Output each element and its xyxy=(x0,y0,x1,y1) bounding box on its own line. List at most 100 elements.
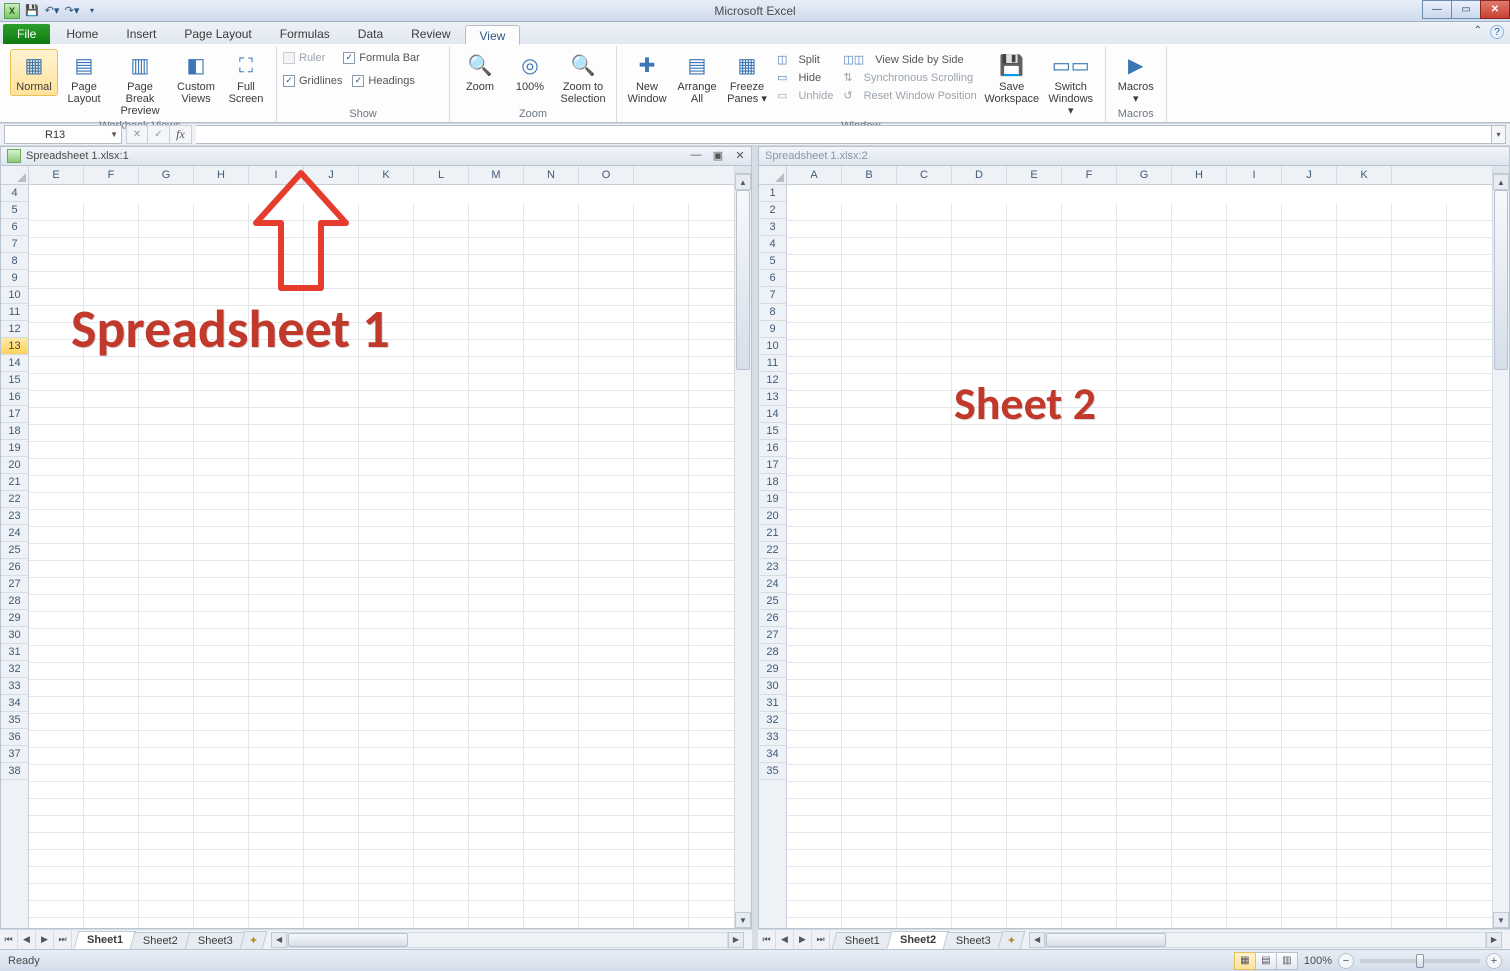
new-sheet-icon[interactable]: ✦ xyxy=(997,931,1025,949)
qat-customize-icon[interactable]: ▾ xyxy=(84,3,100,19)
tab-home[interactable]: Home xyxy=(52,24,112,44)
row-header[interactable]: 24 xyxy=(1,525,28,542)
column-header[interactable]: F xyxy=(1062,166,1117,184)
name-box[interactable]: R13 ▼ xyxy=(4,125,122,144)
sheet-tabs-right[interactable]: Sheet1Sheet2Sheet3✦ xyxy=(830,930,1021,949)
new-sheet-icon[interactable]: ✦ xyxy=(239,931,267,949)
custom-views-button[interactable]: ◧Custom Views xyxy=(172,49,220,108)
prev-tab-icon[interactable]: ◀ xyxy=(776,930,794,949)
row-header[interactable]: 1 xyxy=(759,185,786,202)
column-header[interactable]: A xyxy=(787,166,842,184)
help-icon[interactable]: ? xyxy=(1490,25,1504,39)
row-header[interactable]: 25 xyxy=(759,593,786,610)
column-header[interactable]: C xyxy=(897,166,952,184)
row-header[interactable]: 23 xyxy=(759,559,786,576)
row-header[interactable]: 14 xyxy=(1,355,28,372)
doc-title-left[interactable]: Spreadsheet 1.xlsx:1 — ▣ ✕ xyxy=(0,146,752,166)
row-header[interactable]: 26 xyxy=(759,610,786,627)
column-header[interactable]: M xyxy=(469,166,524,184)
page-break-preview-button[interactable]: ▥Page Break Preview xyxy=(110,49,170,120)
column-header[interactable]: I xyxy=(249,166,304,184)
row-header[interactable]: 7 xyxy=(1,236,28,253)
scroll-down-icon[interactable]: ▼ xyxy=(735,912,751,928)
row-header[interactable]: 19 xyxy=(759,491,786,508)
column-header[interactable]: H xyxy=(1172,166,1227,184)
cells-right[interactable] xyxy=(787,204,1492,928)
column-header[interactable]: G xyxy=(139,166,194,184)
row-header[interactable]: 28 xyxy=(759,644,786,661)
row-header[interactable]: 35 xyxy=(1,712,28,729)
next-tab-icon[interactable]: ▶ xyxy=(36,930,54,949)
sheet-tab[interactable]: Sheet1 xyxy=(832,932,893,949)
name-box-dropdown-icon[interactable]: ▼ xyxy=(110,130,118,139)
first-tab-icon[interactable]: ⏮ xyxy=(0,930,18,949)
column-header[interactable]: H xyxy=(194,166,249,184)
zoom-slider-knob[interactable] xyxy=(1416,954,1424,968)
zoom-slider[interactable] xyxy=(1360,959,1480,963)
row-header[interactable]: 25 xyxy=(1,542,28,559)
row-header[interactable]: 12 xyxy=(759,372,786,389)
tab-file[interactable]: File xyxy=(3,24,50,44)
row-header[interactable]: 10 xyxy=(1,287,28,304)
maximize-button[interactable]: ▭ xyxy=(1451,0,1481,19)
doc-restore-icon[interactable]: ▣ xyxy=(711,149,725,162)
row-header[interactable]: 6 xyxy=(1,219,28,236)
hscroll-thumb[interactable] xyxy=(1046,933,1166,947)
doc-minimize-icon[interactable]: — xyxy=(689,149,703,162)
last-tab-icon[interactable]: ⏭ xyxy=(812,930,830,949)
row-header[interactable]: 21 xyxy=(759,525,786,542)
column-header[interactable]: J xyxy=(1282,166,1337,184)
column-header[interactable]: I xyxy=(1227,166,1282,184)
row-header[interactable]: 20 xyxy=(1,457,28,474)
grid-left[interactable]: EFGHIJKLMNO 4567891011121314151617181920… xyxy=(0,166,752,929)
column-header[interactable]: F xyxy=(84,166,139,184)
row-header[interactable]: 22 xyxy=(1,491,28,508)
row-header[interactable]: 33 xyxy=(1,678,28,695)
row-header[interactable]: 11 xyxy=(759,355,786,372)
row-header[interactable]: 15 xyxy=(759,423,786,440)
row-header[interactable]: 20 xyxy=(759,508,786,525)
row-header[interactable]: 5 xyxy=(759,253,786,270)
row-header[interactable]: 22 xyxy=(759,542,786,559)
row-header[interactable]: 33 xyxy=(759,729,786,746)
row-headers-left[interactable]: 4567891011121314151617181920212223242526… xyxy=(1,185,29,928)
fx-button[interactable]: fx xyxy=(170,125,192,144)
row-header[interactable]: 7 xyxy=(759,287,786,304)
row-header[interactable]: 4 xyxy=(1,185,28,202)
tab-data[interactable]: Data xyxy=(344,24,397,44)
row-header[interactable]: 2 xyxy=(759,202,786,219)
row-header[interactable]: 28 xyxy=(1,593,28,610)
row-header[interactable]: 24 xyxy=(759,576,786,593)
view-side-by-side-button[interactable]: ◫◫ View Side by Side xyxy=(843,51,976,68)
zoom-level[interactable]: 100% xyxy=(1304,955,1332,967)
scroll-down-icon[interactable]: ▼ xyxy=(1493,912,1509,928)
zoom-in-button[interactable]: + xyxy=(1486,953,1502,969)
grid-right[interactable]: ABCDEFGHIJK 1234567891011121314151617181… xyxy=(758,166,1510,929)
save-workspace-button[interactable]: 💾Save Workspace xyxy=(983,49,1041,108)
vscroll-left[interactable]: ▲ ▼ xyxy=(734,166,751,928)
normal-view-button[interactable]: ▦Normal xyxy=(10,49,58,96)
row-header[interactable]: 14 xyxy=(759,406,786,423)
sheet-tab[interactable]: Sheet1 xyxy=(74,931,137,949)
column-header[interactable]: O xyxy=(579,166,634,184)
column-headers-right[interactable]: ABCDEFGHIJK xyxy=(787,166,1492,185)
last-tab-icon[interactable]: ⏭ xyxy=(54,930,72,949)
macros-button[interactable]: ▶Macros ▾ xyxy=(1112,49,1160,108)
row-header[interactable]: 11 xyxy=(1,304,28,321)
column-header[interactable]: E xyxy=(29,166,84,184)
row-header[interactable]: 9 xyxy=(1,270,28,287)
tab-insert[interactable]: Insert xyxy=(112,24,170,44)
zoom-button[interactable]: 🔍Zoom xyxy=(456,49,504,96)
zoom-to-selection-button[interactable]: 🔍Zoom to Selection xyxy=(556,49,610,108)
doc-title-right[interactable]: Spreadsheet 1.xlsx:2 xyxy=(758,146,1510,166)
first-tab-icon[interactable]: ⏮ xyxy=(758,930,776,949)
column-header[interactable]: K xyxy=(1337,166,1392,184)
sheet-tab[interactable]: Sheet3 xyxy=(943,932,1004,949)
minimize-button[interactable]: — xyxy=(1422,0,1452,19)
tab-nav-right[interactable]: ⏮ ◀ ▶ ⏭ xyxy=(758,930,830,949)
undo-icon[interactable]: ↶▾ xyxy=(44,3,60,19)
row-header[interactable]: 29 xyxy=(759,661,786,678)
split-handle-icon[interactable] xyxy=(1493,166,1509,174)
full-screen-button[interactable]: ⛶Full Screen xyxy=(222,49,270,108)
sheet-tab[interactable]: Sheet3 xyxy=(185,932,246,949)
